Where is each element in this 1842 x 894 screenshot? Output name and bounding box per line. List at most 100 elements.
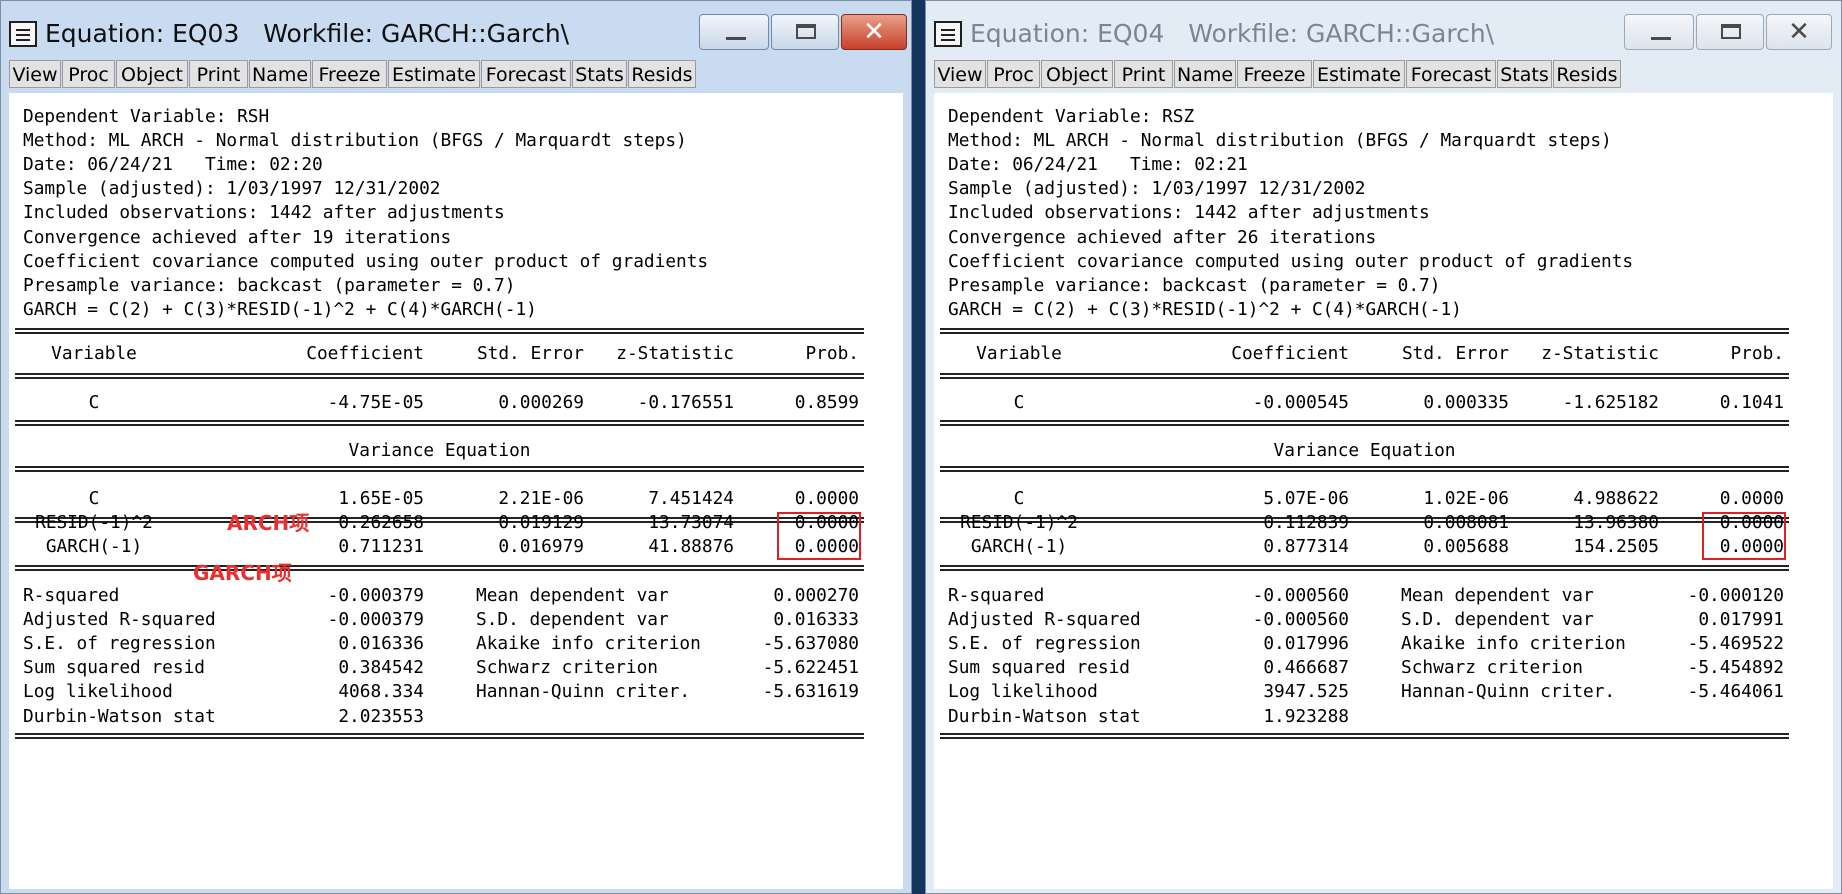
toolbar-button-estimate[interactable]: Estimate bbox=[388, 60, 480, 88]
title-bar[interactable]: Equation: EQ03 Workfile: GARCH::Garch\ ✕ bbox=[1, 1, 911, 57]
table-rule bbox=[15, 420, 864, 426]
statistics-cell: Adjusted R-squared bbox=[23, 609, 216, 631]
toolbar-button-forecast[interactable]: Forecast bbox=[481, 60, 571, 88]
statistics-cell: Akaike info criterion bbox=[476, 633, 701, 655]
variance-equation-title: Variance Equation bbox=[1273, 440, 1456, 461]
variance-equation-cell: 2.21E-06 bbox=[498, 488, 584, 509]
variance-equation-cell: C bbox=[1013, 488, 1025, 509]
variance-equation-cell: 1.65E-05 bbox=[338, 488, 424, 509]
annotation-garch: GARCH项 bbox=[193, 561, 292, 585]
highlight-box-prob bbox=[1702, 512, 1786, 560]
statistics-cell: -0.000379 bbox=[327, 585, 424, 606]
variance-equation-cell: 5.07E-06 bbox=[1263, 488, 1349, 509]
highlight-box-prob bbox=[777, 512, 861, 560]
statistics-cell: Log likelihood bbox=[948, 681, 1098, 703]
statistics-cell: Hannan-Quinn criter. bbox=[476, 681, 691, 703]
column-header: Variable bbox=[976, 343, 1062, 364]
close-button[interactable]: ✕ bbox=[1766, 14, 1832, 50]
variance-equation-cell: 13.73074 bbox=[648, 512, 734, 534]
statistics-cell: 0.016333 bbox=[773, 609, 859, 631]
window-title: Equation: EQ03 Workfile: GARCH::Garch\ bbox=[45, 19, 570, 48]
header-line: Date: 06/24/21 Time: 02:21 bbox=[948, 154, 1248, 176]
toolbar-button-resids[interactable]: Resids bbox=[1553, 60, 1621, 88]
minimize-button[interactable] bbox=[699, 14, 769, 50]
variance-equation-cell: 0.877314 bbox=[1263, 536, 1349, 558]
toolbar-button-freeze[interactable]: Freeze bbox=[312, 60, 387, 88]
mean-equation-cell: -0.176551 bbox=[637, 392, 734, 413]
statistics-cell: Sum squared resid bbox=[948, 657, 1130, 679]
statistics-cell: S.D. dependent var bbox=[476, 609, 669, 631]
toolbar-button-object[interactable]: Object bbox=[1041, 60, 1113, 88]
close-button[interactable]: ✕ bbox=[841, 14, 907, 50]
window-title: Equation: EQ04 Workfile: GARCH::Garch\ bbox=[970, 19, 1495, 48]
maximize-button[interactable] bbox=[1696, 14, 1764, 50]
mean-equation-cell: 0.000269 bbox=[498, 392, 584, 413]
statistics-cell: 0.466687 bbox=[1263, 657, 1349, 679]
toolbar-button-stats[interactable]: Stats bbox=[1497, 60, 1552, 88]
toolbar-button-estimate[interactable]: Estimate bbox=[1313, 60, 1405, 88]
mean-equation-cell: 0.000335 bbox=[1423, 392, 1509, 413]
variance-equation-cell: 0.0000 bbox=[1719, 488, 1784, 509]
toolbar-button-freeze[interactable]: Freeze bbox=[1237, 60, 1312, 88]
variance-equation-cell: 0.112839 bbox=[1263, 512, 1349, 534]
variance-equation-cell: 154.2505 bbox=[1573, 536, 1659, 558]
window-menu-icon[interactable] bbox=[9, 21, 37, 47]
statistics-cell: Mean dependent var bbox=[476, 585, 669, 606]
statistics-cell: Sum squared resid bbox=[23, 657, 205, 679]
toolbar-button-name[interactable]: Name bbox=[1174, 60, 1236, 88]
statistics-cell: Durbin-Watson stat bbox=[23, 705, 216, 727]
toolbar-button-object[interactable]: Object bbox=[116, 60, 188, 88]
header-line: Coefficient covariance computed using ou… bbox=[23, 250, 709, 272]
variance-equation-cell: C bbox=[88, 488, 100, 509]
toolbar-button-print[interactable]: Print bbox=[189, 60, 248, 88]
header-line: Included observations: 1442 after adjust… bbox=[23, 202, 505, 224]
statistics-cell: 4068.334 bbox=[338, 681, 424, 703]
maximize-button[interactable] bbox=[771, 14, 839, 50]
statistics-cell: Adjusted R-squared bbox=[948, 609, 1141, 631]
statistics-cell: S.E. of regression bbox=[948, 633, 1141, 655]
column-header: Prob. bbox=[805, 343, 859, 364]
table-rule bbox=[15, 565, 864, 571]
maximize-icon bbox=[796, 24, 816, 39]
header-line: Presample variance: backcast (parameter … bbox=[948, 274, 1441, 296]
toolbar-button-name[interactable]: Name bbox=[249, 60, 311, 88]
header-line: Coefficient covariance computed using ou… bbox=[948, 250, 1634, 272]
variance-equation-cell: 0.0000 bbox=[794, 488, 859, 509]
table-rule bbox=[940, 733, 1789, 739]
close-icon: ✕ bbox=[1788, 17, 1810, 47]
window-menu-icon[interactable] bbox=[934, 21, 962, 47]
toolbar-button-resids[interactable]: Resids bbox=[628, 60, 696, 88]
toolbar-button-forecast[interactable]: Forecast bbox=[1406, 60, 1496, 88]
statistics-cell: R-squared bbox=[948, 585, 1045, 606]
toolbar-button-view[interactable]: View bbox=[9, 60, 61, 88]
toolbar-button-print[interactable]: Print bbox=[1114, 60, 1173, 88]
close-icon: ✕ bbox=[863, 17, 885, 47]
header-line: Method: ML ARCH - Normal distribution (B… bbox=[23, 130, 687, 152]
mean-equation-cell: 0.1041 bbox=[1719, 392, 1784, 413]
statistics-cell: -0.000560 bbox=[1252, 609, 1349, 631]
variance-equation-cell: 41.88876 bbox=[648, 536, 734, 558]
output-content: Dependent Variable: RSH Method: ML ARCH -… bbox=[9, 93, 903, 889]
variance-equation-cell: GARCH(-1) bbox=[970, 536, 1068, 558]
header-line: Date: 06/24/21 Time: 02:20 bbox=[23, 154, 323, 176]
column-header: Prob. bbox=[1730, 343, 1784, 364]
title-bar[interactable]: Equation: EQ04 Workfile: GARCH::Garch\ ✕ bbox=[926, 1, 1841, 57]
statistics-cell: 0.017991 bbox=[1698, 609, 1784, 631]
column-header: Std. Error bbox=[1401, 343, 1509, 364]
variance-equation-cell: 0.008081 bbox=[1423, 512, 1509, 534]
header-line: GARCH = C(2) + C(3)*RESID(-1)^2 + C(4)*G… bbox=[23, 298, 537, 320]
statistics-cell: Durbin-Watson stat bbox=[948, 705, 1141, 727]
statistics-cell: R-squared bbox=[23, 585, 120, 606]
minimize-button[interactable] bbox=[1624, 14, 1694, 50]
toolbar-button-stats[interactable]: Stats bbox=[572, 60, 627, 88]
statistics-cell: Schwarz criterion bbox=[476, 657, 658, 679]
toolbar-button-view[interactable]: View bbox=[934, 60, 986, 88]
variance-equation-cell: 4.988622 bbox=[1573, 488, 1659, 509]
equation-window-eq03[interactable]: Equation: EQ03 Workfile: GARCH::Garch\ ✕… bbox=[0, 0, 912, 894]
toolbar-button-proc[interactable]: Proc bbox=[62, 60, 115, 88]
minimize-icon bbox=[1651, 37, 1671, 40]
toolbar-button-proc[interactable]: Proc bbox=[987, 60, 1040, 88]
table-rule bbox=[15, 373, 864, 379]
statistics-cell: -0.000379 bbox=[327, 609, 424, 631]
equation-window-eq04[interactable]: Equation: EQ04 Workfile: GARCH::Garch\ ✕… bbox=[925, 0, 1842, 894]
